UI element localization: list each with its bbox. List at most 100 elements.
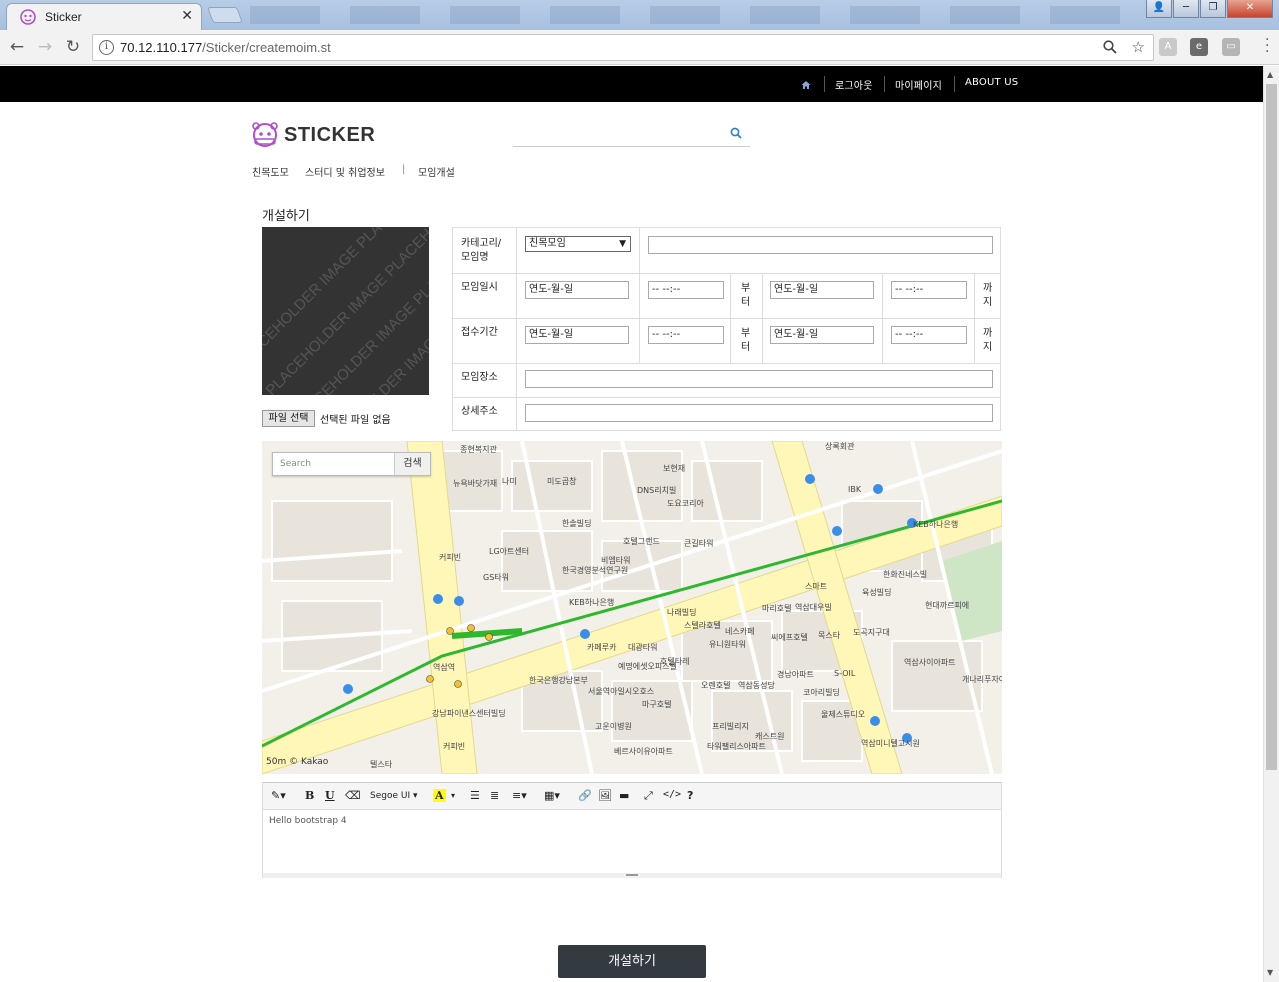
kakao-map[interactable]: Search 검색 종현복지관 상록회관 뉴욕바닷가재 나미 미도곱창 보현재 … (262, 441, 1002, 774)
bookmark-star-icon[interactable]: ☆ (1132, 38, 1145, 56)
reload-icon[interactable]: ↻ (62, 36, 84, 58)
meeting-end-time-input[interactable]: -- --:-- (891, 281, 967, 299)
table-icon[interactable]: ▦▾ (544, 789, 560, 802)
file-select-button[interactable]: 파일 선택 (262, 410, 315, 427)
period-start-date-input[interactable]: 연도-월-일 (525, 326, 629, 344)
map-label: 현대까르피에 (925, 601, 970, 610)
meeting-name-input[interactable] (648, 236, 993, 254)
window-close-icon[interactable]: ✕ (1227, 0, 1273, 18)
video-icon[interactable]: ▬ (619, 789, 629, 802)
search-icon[interactable] (730, 127, 742, 139)
until-label: 지 (983, 342, 993, 353)
map-label: KEB하나은행 (569, 598, 615, 607)
period-end-time-input[interactable]: -- --:-- (891, 326, 967, 344)
picture-icon[interactable]: 🖼 (598, 789, 612, 802)
create-meeting-button[interactable]: 개설하기 (558, 945, 706, 978)
underline-button[interactable]: U (325, 789, 335, 802)
map-label: 커피빈 (439, 553, 462, 562)
scroll-down-icon[interactable]: ▼ (1267, 968, 1273, 977)
map-label: 스텔라호텔 (684, 621, 721, 630)
site-info-icon[interactable]: i (99, 40, 114, 55)
tab-close-icon[interactable]: ✕ (181, 8, 193, 24)
eraser-icon[interactable]: ⌫ (345, 789, 361, 802)
map-label: 한국은행강남본부 (529, 676, 588, 685)
about-us-link[interactable]: ABOUT US (965, 77, 1018, 88)
extension-icon[interactable]: ▭ (1222, 38, 1240, 56)
new-tab-button[interactable] (207, 7, 243, 23)
font-family-select[interactable]: Segoe UI ▾ (370, 791, 418, 801)
map-label: 오렌호텔 (701, 681, 731, 690)
nav-divider (884, 76, 885, 92)
logout-link[interactable]: 로그아웃 (835, 77, 873, 92)
page-scrollbar[interactable]: ▲ ▼ (1263, 66, 1279, 982)
map-search-box[interactable]: Search 검색 (272, 452, 431, 476)
map-label: 한솔빌딩 (562, 519, 592, 528)
meeting-start-date-input[interactable]: 연도-월-일 (525, 281, 629, 299)
forward-icon[interactable]: → (34, 36, 56, 58)
background-tabs (250, 6, 1130, 24)
scroll-up-icon[interactable]: ▲ (1267, 70, 1273, 79)
map-canvas[interactable] (262, 441, 1002, 774)
browser-tab-strip: Sticker ✕ 👤 ─ ❐ ✕ (0, 0, 1279, 30)
color-dropdown-icon[interactable]: ▾ (451, 791, 455, 800)
location-input[interactable] (525, 370, 993, 388)
until-label: 지 (983, 297, 993, 308)
map-label: 마리호텔 (762, 604, 792, 613)
brand-name[interactable]: STICKER (284, 124, 375, 147)
meeting-form-table: 카테고리/ 모임명 친목모임 ▼ 모임일시 연도-월-일 -- --:-- 부 터… (452, 227, 1001, 431)
category-link-social[interactable]: 친목도모 (252, 164, 289, 179)
paragraph-align-icon[interactable]: ≡▾ (512, 789, 527, 802)
map-label: 네스카페 (725, 627, 755, 636)
map-label: 경남아파트 (777, 670, 814, 679)
back-icon[interactable]: ← (6, 36, 28, 58)
map-label: 한화진네스빌 (883, 570, 928, 579)
map-label: 역삼대우빌 (795, 603, 832, 612)
magic-wand-icon[interactable]: ✎▾ (271, 789, 286, 802)
period-start-time-input[interactable]: -- --:-- (648, 326, 724, 344)
ordered-list-icon[interactable]: ≣ (490, 789, 499, 802)
address-bar[interactable]: i 70.12.110.177/Sticker/createmoim.st ☆ (92, 34, 1154, 61)
tab-title: Sticker (45, 10, 82, 24)
scrollbar-thumb[interactable] (1266, 84, 1277, 770)
editor-resize-handle[interactable] (263, 873, 1001, 878)
category-link-study[interactable]: 스터디 및 취업정보 (305, 164, 385, 179)
site-search-input[interactable] (513, 122, 750, 147)
help-icon[interactable]: ? (687, 789, 693, 802)
editor-content[interactable]: Hello bootstrap 4 (269, 816, 347, 826)
text-color-button[interactable]: A (433, 789, 446, 802)
code-view-icon[interactable]: </> (663, 789, 681, 800)
map-label: 강남파이낸스센터빌딩 (432, 709, 506, 718)
map-label: 비엠타워 (601, 556, 631, 565)
evernote-extension-icon[interactable]: e (1190, 38, 1208, 56)
browser-toolbar: ← → ↻ i 70.12.110.177/Sticker/createmoim… (0, 30, 1279, 65)
map-label: 육성빌딩 (862, 588, 892, 597)
map-label: 고운이병원 (595, 722, 632, 731)
map-label: 역삼미니텔고시원 (861, 739, 920, 748)
bold-button[interactable]: B (305, 789, 314, 802)
fullscreen-icon[interactable]: ⤢ (644, 789, 653, 803)
browser-tab[interactable]: Sticker ✕ (6, 3, 202, 30)
category-link-create[interactable]: 모임개설 (418, 164, 455, 179)
user-icon[interactable]: 👤 (1146, 0, 1172, 18)
category-select[interactable]: 친목모임 ▼ (525, 236, 631, 252)
mypage-link[interactable]: 마이페이지 (895, 77, 942, 92)
meeting-start-time-input[interactable]: -- --:-- (648, 281, 724, 299)
pdf-extension-icon[interactable]: A (1159, 38, 1177, 56)
period-end-date-input[interactable]: 연도-월-일 (770, 326, 874, 344)
home-icon[interactable] (801, 80, 811, 90)
maximize-icon[interactable]: ❐ (1200, 0, 1226, 18)
map-search-input[interactable]: Search (280, 459, 311, 469)
zoom-icon[interactable] (1103, 40, 1117, 54)
chrome-menu-icon[interactable]: · · · (1265, 33, 1269, 59)
meeting-date-label: 모임일시 (461, 282, 498, 293)
from-label: 터 (741, 297, 751, 308)
meeting-end-date-input[interactable]: 연도-월-일 (770, 281, 874, 299)
site-top-nav: 로그아웃 마이페이지 ABOUT US (0, 66, 1263, 102)
sticker-logo-icon[interactable] (251, 121, 279, 149)
map-search-button[interactable]: 검색 (394, 453, 430, 475)
link-icon[interactable]: 🔗 (578, 789, 592, 802)
address-input[interactable] (525, 404, 993, 422)
unordered-list-icon[interactable]: ☰ (470, 789, 480, 802)
minimize-icon[interactable]: ─ (1173, 0, 1199, 18)
image-placeholder: IMAGE PLACEHOLDER IMAGE PLACEHOLDERIMAGE… (262, 227, 429, 395)
